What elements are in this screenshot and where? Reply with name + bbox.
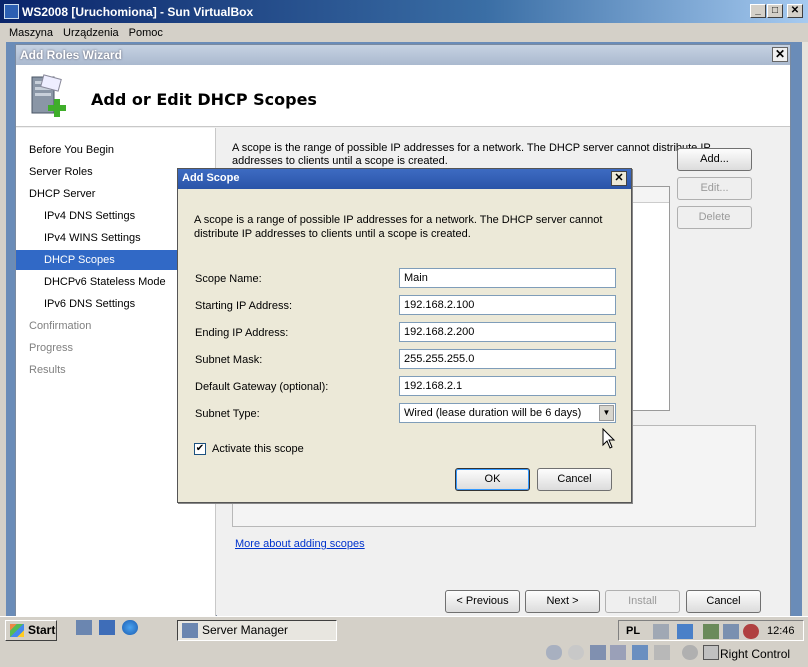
dialog-title: Add Scope [182,172,240,184]
wizard-titlebar: Add Roles Wizard [16,45,790,65]
wizard-header: Add or Edit DHCP Scopes [16,65,790,127]
usb-icon[interactable] [610,645,626,660]
dialog-close-button[interactable]: ✕ [611,171,627,186]
start-label: Start [28,623,56,637]
maximize-button[interactable]: □ [767,4,783,18]
activate-scope-label[interactable]: Activate this scope [212,443,304,455]
scope-name-label: Scope Name: [195,273,262,285]
subnet-type-value: Wired (lease duration will be 6 days) [404,407,582,419]
start-ip-input[interactable]: 192.168.2.100 [399,295,616,315]
language-indicator[interactable]: PL [626,625,640,637]
wizard-close-button[interactable]: ✕ [772,47,788,62]
subnet-mask-input[interactable]: 255.255.255.0 [399,349,616,369]
dialog-description: A scope is a range of possible IP addres… [194,214,603,240]
volume-muted-icon[interactable] [743,624,759,639]
scope-name-input[interactable]: Main [399,268,616,288]
taskbar-server-manager[interactable]: Server Manager [177,620,337,641]
floppy-icon[interactable] [654,645,670,660]
network-icon[interactable] [703,624,719,639]
vbox-titlebar: WS2008 [Uruchomiona] - Sun VirtualBox _ … [0,0,808,23]
subnet-type-select[interactable]: Wired (lease duration will be 6 days) ▼ [399,403,616,423]
close-button[interactable]: ✕ [787,4,803,18]
page-title: Add or Edit DHCP Scopes [91,90,317,109]
wizard-title: Add Roles Wizard [20,48,122,62]
hard-disk-icon[interactable] [546,645,562,660]
gateway-label: Default Gateway (optional): [195,381,329,393]
menu-maszyna[interactable]: Maszyna [4,27,58,39]
more-about-scopes-link[interactable]: More about adding scopes [235,538,365,550]
host-key-label: Right Control [720,647,791,661]
server-manager-icon [182,623,198,638]
vbox-scrollbar[interactable] [802,42,808,616]
minimize-button[interactable]: _ [750,4,766,18]
mouse-integration-icon[interactable] [682,645,698,660]
previous-button[interactable]: < Previous [445,590,520,613]
end-ip-label: Ending IP Address: [195,327,289,339]
internet-explorer-icon[interactable] [122,620,138,635]
subnet-mask-label: Subnet Mask: [195,354,263,366]
dialog-cancel-button[interactable]: Cancel [537,468,612,491]
server-add-icon [31,74,66,117]
server-manager-quicklaunch-icon[interactable] [76,620,92,635]
mouse-cursor-icon [602,428,616,449]
taskbar-task-label: Server Manager [202,623,289,637]
guest-taskbar: Start Server Manager PL 12:46 [0,616,808,642]
network-adapter-icon[interactable] [590,645,606,660]
monitor-icon[interactable] [723,624,739,639]
server-tray-icon[interactable] [677,624,693,639]
install-button: Install [605,590,680,613]
virtualbox-icon [4,4,19,19]
delete-scope-button: Delete [677,206,752,229]
show-desktop-icon[interactable] [99,620,115,635]
dialog-titlebar: Add Scope [178,169,631,189]
start-button[interactable]: Start [5,620,57,641]
cd-icon[interactable] [568,645,584,660]
windows-logo-icon [10,624,24,637]
clock: 12:46 [767,625,795,637]
subnet-type-label: Subnet Type: [195,408,260,420]
wizard-cancel-button[interactable]: Cancel [686,590,761,613]
nav-before-you-begin[interactable]: Before You Begin [16,140,215,160]
menu-urzadzenia[interactable]: Urządzenia [58,27,124,39]
keyboard-icon[interactable] [653,624,669,639]
scope-description: A scope is the range of possible IP addr… [232,142,711,167]
vbox-title: WS2008 [Uruchomiona] - Sun VirtualBox [22,4,254,19]
menu-pomoc[interactable]: Pomoc [124,27,168,39]
add-scope-button[interactable]: Add... [677,148,752,171]
dropdown-arrow-icon[interactable]: ▼ [599,405,614,421]
ok-button[interactable]: OK [455,468,530,491]
start-ip-label: Starting IP Address: [195,300,293,312]
add-scope-dialog: Add Scope ✕ A scope is a range of possib… [177,168,632,503]
gateway-input[interactable]: 192.168.2.1 [399,376,616,396]
end-ip-input[interactable]: 192.168.2.200 [399,322,616,342]
host-key-icon[interactable] [703,645,719,660]
system-tray: PL 12:46 [618,620,804,641]
shared-folders-icon[interactable] [632,645,648,660]
activate-scope-checkbox[interactable]: ✔ [194,443,206,455]
next-button[interactable]: Next > [525,590,600,613]
vbox-statusbar: Right Control [0,642,808,667]
vbox-menubar: Maszyna Urządzenia Pomoc [0,23,808,42]
edit-scope-button: Edit... [677,177,752,200]
